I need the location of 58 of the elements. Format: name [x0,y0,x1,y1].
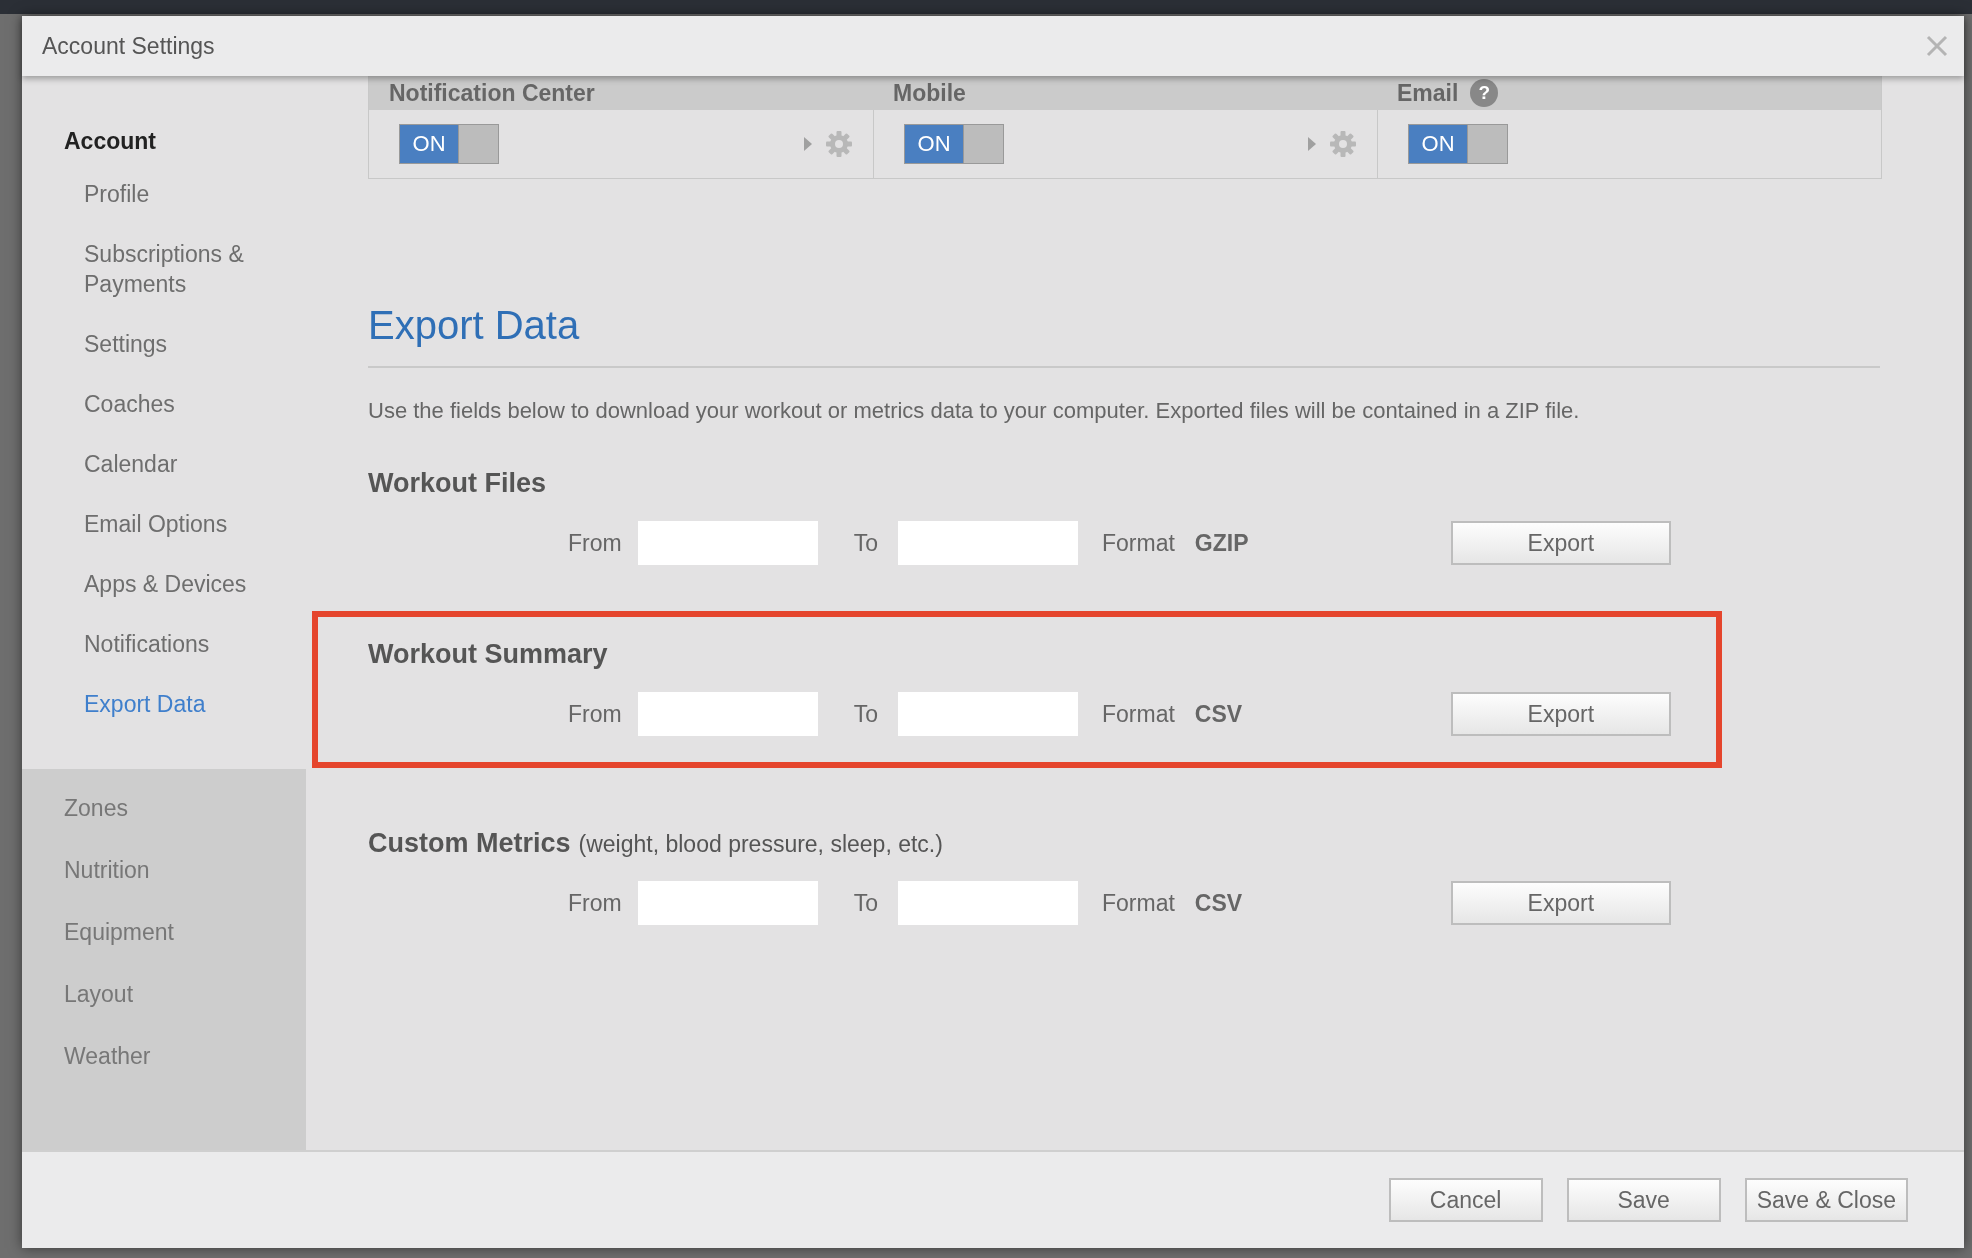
sidebar-group[interactable]: Account [22,128,306,155]
column-header: Email [1397,79,1459,107]
sidebar-group[interactable]: Layout [22,963,306,1025]
section-title: Custom Metrics [368,828,571,859]
gear-icon[interactable] [1329,130,1357,158]
toggle-switch[interactable]: ON [904,124,1004,164]
export-button[interactable]: Export [1450,881,1671,925]
description-text: Use the fields below to download your workout or metrics data to your computer. Exported files will be contained in a ZIP file. [368,398,1581,424]
section-heading: Export Data [368,303,581,348]
close-icon[interactable] [1924,33,1950,59]
gear-icon[interactable] [825,130,853,158]
sidebar-item[interactable]: Notifications [22,629,306,659]
field-label: Format [1101,700,1175,728]
sidebar-group[interactable]: Zones [22,769,306,839]
sidebar-item[interactable]: Export Data [22,689,306,719]
field-label: From [568,700,622,728]
sidebar-item[interactable]: Settings [22,329,306,359]
toggle-switch[interactable]: ON [1408,124,1508,164]
column-header: Mobile [893,79,966,107]
date-field[interactable] [637,881,818,925]
date-field[interactable] [897,521,1078,565]
sidebar-group[interactable]: Weather [22,1025,306,1087]
sidebar-item[interactable]: Profile [22,179,306,209]
sidebar-item[interactable]: Coaches [22,389,306,419]
triangle-icon[interactable] [1307,136,1317,152]
toggle-switch[interactable]: ON [399,124,499,164]
footer-button[interactable]: Cancel [1388,1178,1543,1222]
date-field[interactable] [637,692,818,736]
dialog-title: Account Settings [42,32,215,60]
format-value: GZIP [1194,529,1250,557]
field-label: To [853,889,878,917]
section-title: Workout Summary [368,639,608,670]
field-label: To [853,529,878,557]
footer-button[interactable]: Save & Close [1744,1178,1908,1222]
field-label: Format [1101,529,1175,557]
section-note: (weight, blood pressure, sleep, etc.) [578,831,943,858]
field-label: From [568,529,622,557]
sidebar-item[interactable]: Calendar [22,449,306,479]
column-header: Notification Center [389,79,595,107]
export-button[interactable]: Export [1450,692,1671,736]
footer-button[interactable]: Save [1566,1178,1721,1222]
field-label: Format [1101,889,1175,917]
export-button[interactable]: Export [1450,521,1671,565]
sidebar-item[interactable]: Apps & Devices [22,569,306,599]
help-icon[interactable]: ? [1470,79,1499,107]
date-field[interactable] [897,692,1078,736]
date-field[interactable] [637,521,818,565]
section-title: Workout Files [368,468,547,499]
field-label: To [853,700,878,728]
field-label: From [568,889,622,917]
sidebar-group[interactable]: Nutrition [22,839,306,901]
sidebar-item[interactable]: Subscriptions & Payments [22,239,306,299]
sidebar-group[interactable]: Equipment [22,901,306,963]
format-value: CSV [1194,889,1244,917]
format-value: CSV [1194,700,1244,728]
date-field[interactable] [897,881,1078,925]
triangle-icon[interactable] [803,136,813,152]
sidebar-item[interactable]: Email Options [22,509,306,539]
